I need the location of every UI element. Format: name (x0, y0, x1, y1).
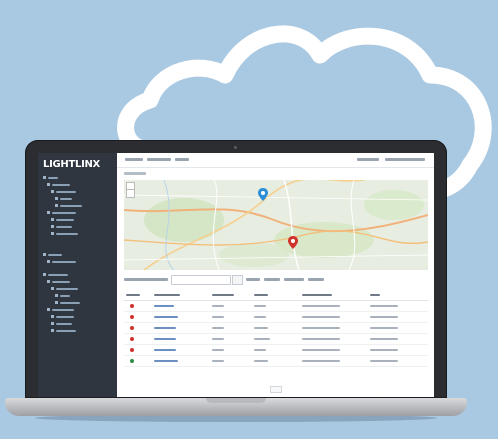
alert-status-icon (130, 348, 134, 352)
column-header (302, 294, 332, 296)
tree-item[interactable] (43, 293, 115, 298)
zoom-control[interactable] (126, 182, 135, 198)
page-title (124, 172, 146, 175)
filter-option[interactable] (308, 278, 324, 281)
toolbar-link[interactable] (175, 158, 189, 161)
tree-item[interactable] (43, 252, 115, 257)
tree-item[interactable] (43, 231, 115, 236)
column-header (212, 294, 234, 296)
promo-illustration: LIGHTLINX (0, 0, 498, 439)
filter-option[interactable] (284, 278, 304, 281)
table-row[interactable] (124, 356, 428, 367)
date-select[interactable] (171, 275, 231, 285)
map-pin-blue-icon[interactable] (258, 188, 268, 201)
toolbar-link[interactable] (125, 158, 143, 161)
tree-item[interactable] (43, 196, 115, 201)
map-pin-red-icon[interactable] (288, 236, 298, 249)
logout-link[interactable] (385, 158, 425, 161)
alert-status-icon (130, 326, 134, 330)
filter-label (124, 278, 168, 281)
table-row[interactable] (124, 312, 428, 323)
top-toolbar (117, 153, 434, 168)
map-view[interactable] (124, 180, 428, 270)
table-row[interactable] (124, 301, 428, 312)
tree-item[interactable] (43, 328, 115, 333)
alert-status-icon (130, 337, 134, 341)
tree-item[interactable] (43, 189, 115, 194)
tree-item[interactable] (43, 272, 115, 277)
table-header (124, 290, 428, 301)
tree-item[interactable] (43, 314, 115, 319)
table-row[interactable] (124, 345, 428, 356)
ok-status-icon (130, 359, 134, 363)
alert-status-icon (130, 304, 134, 308)
user-menu[interactable] (357, 158, 379, 161)
table-row[interactable] (124, 323, 428, 334)
tree-item[interactable] (43, 182, 115, 187)
column-header (154, 294, 180, 296)
column-header (254, 294, 268, 296)
tree-item[interactable] (43, 259, 115, 264)
alert-status-icon (130, 315, 134, 319)
webcam-icon (234, 146, 237, 149)
app-screen: LIGHTLINX (38, 153, 434, 397)
column-header (126, 294, 140, 296)
sidebar: LIGHTLINX (38, 153, 117, 397)
tree-item[interactable] (43, 279, 115, 284)
tree-item[interactable] (43, 321, 115, 326)
tree-item[interactable] (43, 224, 115, 229)
map-tiles (124, 180, 428, 270)
app-logo: LIGHTLINX (43, 159, 100, 170)
calendar-button[interactable] (232, 275, 243, 285)
toolbar-link[interactable] (147, 158, 171, 161)
tree-item[interactable] (43, 307, 115, 312)
tree-item[interactable] (43, 217, 115, 222)
tree-item[interactable] (43, 175, 115, 180)
filter-option[interactable] (246, 278, 260, 281)
laptop-lid: LIGHTLINX (25, 140, 447, 402)
tree-item[interactable] (43, 203, 115, 208)
table-row[interactable] (124, 334, 428, 345)
column-header (370, 294, 380, 296)
events-table (124, 290, 428, 367)
tree-item[interactable] (43, 286, 115, 291)
trackpad-notch (206, 398, 266, 403)
filter-option[interactable] (264, 278, 280, 281)
tree-item[interactable] (43, 210, 115, 215)
pagination[interactable] (270, 386, 282, 393)
device-tree (43, 175, 115, 335)
filter-bar (124, 275, 428, 285)
laptop-base (5, 398, 467, 416)
tree-item[interactable] (43, 300, 115, 305)
